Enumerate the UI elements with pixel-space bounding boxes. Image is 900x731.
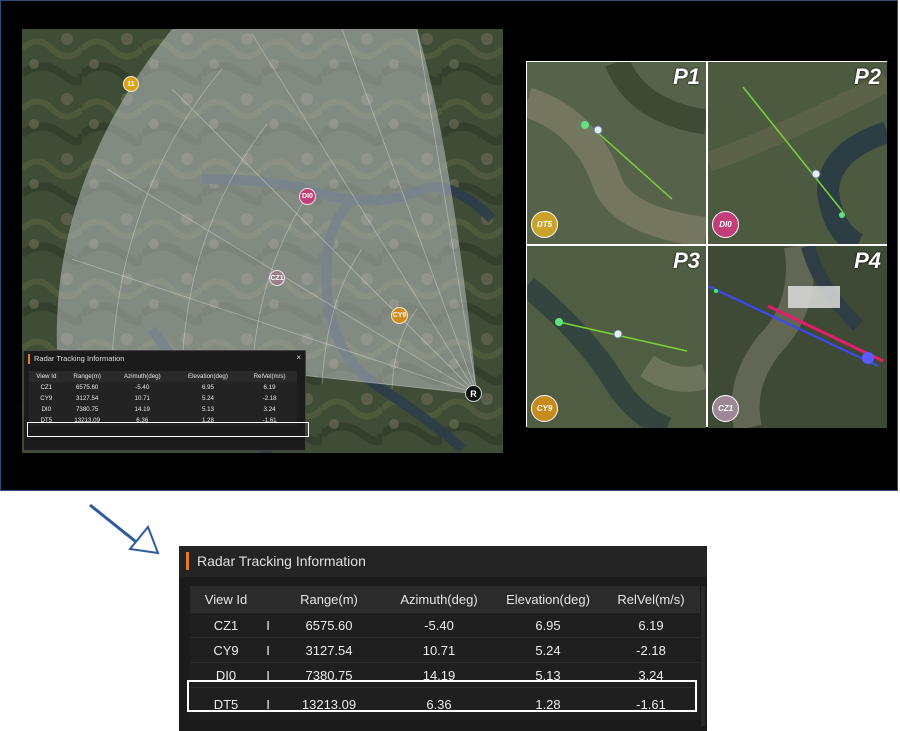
marker-cy9[interactable]: CY9	[391, 307, 408, 324]
col-range: Range(m)	[63, 371, 111, 382]
col-relvel: RelVel(m/s)	[242, 371, 297, 382]
col-elevation: Elevation(deg)	[173, 371, 243, 382]
table-row[interactable]: CZ1 I 6575.60 -5.40 6.95 6.19	[190, 612, 700, 637]
table-header: View Id Range(m) Azimuth(deg) Elevation(…	[190, 586, 700, 612]
table-row[interactable]: CZ1 6575.60 -5.40 6.95 6.19	[29, 382, 297, 393]
column-separator: I	[262, 612, 274, 637]
view-badge: CZ1	[712, 395, 739, 422]
radar-tracking-panel-enlarged: Radar Tracking Information View Id Range…	[179, 546, 707, 731]
marker-radar[interactable]: R	[465, 385, 482, 402]
cell-elevation: 5.24	[494, 637, 602, 662]
cell-view-id: CY9	[190, 637, 262, 662]
row-highlight	[187, 680, 697, 712]
table-row[interactable]: CY9 3127.54 10.71 5.24 -2.18	[29, 393, 297, 404]
cell-elevation: 6.95	[494, 612, 602, 637]
panel-label: P3	[673, 248, 700, 273]
marker-cz1[interactable]: CZ1	[269, 270, 285, 286]
col-range[interactable]: Range(m)	[274, 586, 384, 612]
marker-di0[interactable]: DI0	[299, 188, 316, 205]
row-highlight-small	[27, 422, 309, 437]
column-separator: I	[262, 637, 274, 662]
cell-azimuth: -5.40	[384, 612, 494, 637]
cell-range: 3127.54	[274, 637, 384, 662]
cell-range: 6575.60	[274, 612, 384, 637]
col-view-id[interactable]: View Id	[190, 586, 262, 612]
marker-11[interactable]: 11	[123, 76, 139, 92]
cell-relvel: -2.18	[602, 637, 700, 662]
camera-view-p4[interactable]: P4 CZ1	[708, 246, 887, 428]
simulation-screenshot: 11 DI0 CZ1 CY9 R Radar Tracking Informat…	[0, 0, 898, 491]
col-azimuth: Azimuth(deg)	[110, 371, 174, 382]
camera-view-p3[interactable]: P3 CY9	[527, 246, 706, 428]
panel-title: Radar Tracking Information	[28, 354, 124, 364]
radar-table-small: View Id Range(m) Azimuth(deg) Elevation(…	[29, 371, 297, 426]
table-row[interactable]: DI0 7380.75 14.19 5.13 3.24	[29, 404, 297, 415]
col-view-id: View Id	[29, 371, 64, 382]
view-badge: DT5	[531, 211, 558, 238]
close-icon[interactable]: ×	[296, 353, 301, 362]
cell-view-id: CZ1	[190, 612, 262, 637]
panel-title: Radar Tracking Information	[186, 552, 366, 570]
col-elevation[interactable]: Elevation(deg)	[494, 586, 602, 612]
table-row[interactable]: CY9 I 3127.54 10.71 5.24 -2.18	[190, 637, 700, 662]
col-relvel[interactable]: RelVel(m/s)	[602, 586, 700, 612]
camera-view-p1[interactable]: P1 DT5	[527, 62, 706, 244]
radar-tracking-panel-small: Radar Tracking Information × View Id Ran…	[23, 350, 309, 451]
view-badge: DI0	[712, 211, 739, 238]
camera-views-grid: P1 DT5 P2 DI0 P3 CY9 P4 CZ1	[526, 61, 887, 428]
cell-relvel: 6.19	[602, 612, 700, 637]
camera-view-p2[interactable]: P2 DI0	[708, 62, 887, 244]
cell-azimuth: 10.71	[384, 637, 494, 662]
panel-label: P1	[673, 64, 700, 89]
zoom-arrow-icon	[89, 500, 160, 555]
view-badge: CY9	[531, 395, 558, 422]
scrollbar[interactable]	[701, 586, 705, 726]
panel-label: P2	[854, 64, 881, 89]
col-azimuth[interactable]: Azimuth(deg)	[384, 586, 494, 612]
panel-label: P4	[854, 248, 881, 273]
